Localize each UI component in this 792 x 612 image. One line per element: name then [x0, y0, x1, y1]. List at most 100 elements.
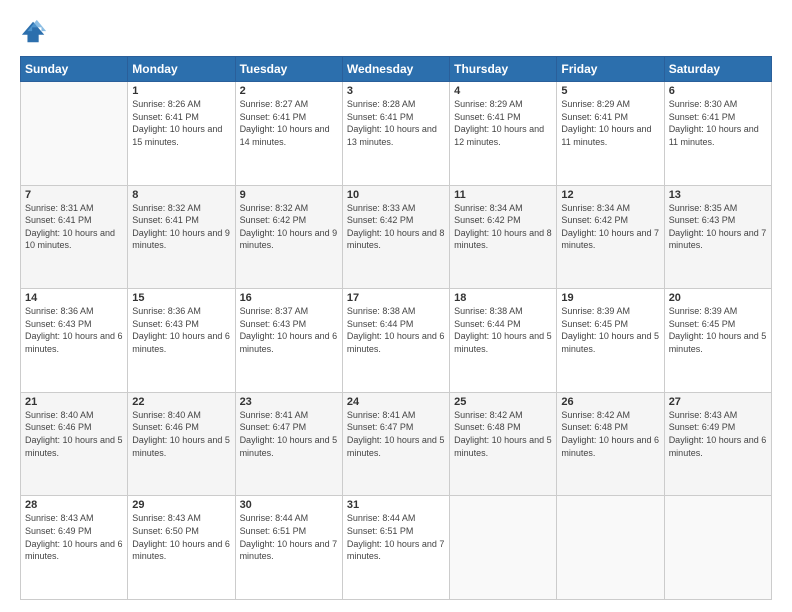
day-cell: 4 Sunrise: 8:29 AMSunset: 6:41 PMDayligh…: [450, 82, 557, 186]
col-header-wednesday: Wednesday: [342, 57, 449, 82]
day-cell: 19 Sunrise: 8:39 AMSunset: 6:45 PMDaylig…: [557, 289, 664, 393]
calendar-table: SundayMondayTuesdayWednesdayThursdayFrid…: [20, 56, 772, 600]
day-cell: 22 Sunrise: 8:40 AMSunset: 6:46 PMDaylig…: [128, 392, 235, 496]
day-cell: 15 Sunrise: 8:36 AMSunset: 6:43 PMDaylig…: [128, 289, 235, 393]
day-cell: 14 Sunrise: 8:36 AMSunset: 6:43 PMDaylig…: [21, 289, 128, 393]
day-cell: 9 Sunrise: 8:32 AMSunset: 6:42 PMDayligh…: [235, 185, 342, 289]
day-number: 23: [240, 396, 338, 408]
col-header-saturday: Saturday: [664, 57, 771, 82]
day-number: 7: [25, 189, 123, 201]
day-number: 8: [132, 189, 230, 201]
day-info: Sunrise: 8:30 AMSunset: 6:41 PMDaylight:…: [669, 98, 767, 148]
day-number: 19: [561, 292, 659, 304]
day-number: 24: [347, 396, 445, 408]
day-info: Sunrise: 8:35 AMSunset: 6:43 PMDaylight:…: [669, 202, 767, 252]
day-info: Sunrise: 8:38 AMSunset: 6:44 PMDaylight:…: [347, 305, 445, 355]
day-cell: 25 Sunrise: 8:42 AMSunset: 6:48 PMDaylig…: [450, 392, 557, 496]
day-cell: 26 Sunrise: 8:42 AMSunset: 6:48 PMDaylig…: [557, 392, 664, 496]
day-info: Sunrise: 8:26 AMSunset: 6:41 PMDaylight:…: [132, 98, 230, 148]
header: [20, 18, 772, 46]
day-number: 17: [347, 292, 445, 304]
day-number: 30: [240, 499, 338, 511]
day-cell: 10 Sunrise: 8:33 AMSunset: 6:42 PMDaylig…: [342, 185, 449, 289]
day-cell: 31 Sunrise: 8:44 AMSunset: 6:51 PMDaylig…: [342, 496, 449, 600]
day-number: 11: [454, 189, 552, 201]
day-info: Sunrise: 8:29 AMSunset: 6:41 PMDaylight:…: [454, 98, 552, 148]
col-header-monday: Monday: [128, 57, 235, 82]
day-info: Sunrise: 8:36 AMSunset: 6:43 PMDaylight:…: [25, 305, 123, 355]
day-info: Sunrise: 8:38 AMSunset: 6:44 PMDaylight:…: [454, 305, 552, 355]
header-row: SundayMondayTuesdayWednesdayThursdayFrid…: [21, 57, 772, 82]
week-row-2: 7 Sunrise: 8:31 AMSunset: 6:41 PMDayligh…: [21, 185, 772, 289]
day-number: 20: [669, 292, 767, 304]
day-cell: [557, 496, 664, 600]
day-info: Sunrise: 8:40 AMSunset: 6:46 PMDaylight:…: [25, 409, 123, 459]
week-row-1: 1 Sunrise: 8:26 AMSunset: 6:41 PMDayligh…: [21, 82, 772, 186]
day-number: 1: [132, 85, 230, 97]
day-cell: 16 Sunrise: 8:37 AMSunset: 6:43 PMDaylig…: [235, 289, 342, 393]
day-number: 14: [25, 292, 123, 304]
day-number: 3: [347, 85, 445, 97]
day-info: Sunrise: 8:34 AMSunset: 6:42 PMDaylight:…: [561, 202, 659, 252]
day-cell: 17 Sunrise: 8:38 AMSunset: 6:44 PMDaylig…: [342, 289, 449, 393]
day-cell: 18 Sunrise: 8:38 AMSunset: 6:44 PMDaylig…: [450, 289, 557, 393]
day-number: 27: [669, 396, 767, 408]
day-cell: 3 Sunrise: 8:28 AMSunset: 6:41 PMDayligh…: [342, 82, 449, 186]
day-number: 4: [454, 85, 552, 97]
day-number: 16: [240, 292, 338, 304]
day-number: 5: [561, 85, 659, 97]
day-number: 9: [240, 189, 338, 201]
page: SundayMondayTuesdayWednesdayThursdayFrid…: [0, 0, 792, 612]
col-header-sunday: Sunday: [21, 57, 128, 82]
week-row-5: 28 Sunrise: 8:43 AMSunset: 6:49 PMDaylig…: [21, 496, 772, 600]
day-number: 13: [669, 189, 767, 201]
day-number: 15: [132, 292, 230, 304]
day-cell: [21, 82, 128, 186]
day-info: Sunrise: 8:41 AMSunset: 6:47 PMDaylight:…: [240, 409, 338, 459]
day-number: 6: [669, 85, 767, 97]
day-number: 31: [347, 499, 445, 511]
day-cell: [664, 496, 771, 600]
day-info: Sunrise: 8:33 AMSunset: 6:42 PMDaylight:…: [347, 202, 445, 252]
day-info: Sunrise: 8:29 AMSunset: 6:41 PMDaylight:…: [561, 98, 659, 148]
col-header-thursday: Thursday: [450, 57, 557, 82]
day-cell: 30 Sunrise: 8:44 AMSunset: 6:51 PMDaylig…: [235, 496, 342, 600]
day-info: Sunrise: 8:32 AMSunset: 6:42 PMDaylight:…: [240, 202, 338, 252]
day-info: Sunrise: 8:42 AMSunset: 6:48 PMDaylight:…: [561, 409, 659, 459]
day-cell: 2 Sunrise: 8:27 AMSunset: 6:41 PMDayligh…: [235, 82, 342, 186]
day-cell: 24 Sunrise: 8:41 AMSunset: 6:47 PMDaylig…: [342, 392, 449, 496]
day-cell: 13 Sunrise: 8:35 AMSunset: 6:43 PMDaylig…: [664, 185, 771, 289]
day-info: Sunrise: 8:32 AMSunset: 6:41 PMDaylight:…: [132, 202, 230, 252]
day-number: 26: [561, 396, 659, 408]
week-row-4: 21 Sunrise: 8:40 AMSunset: 6:46 PMDaylig…: [21, 392, 772, 496]
day-cell: 21 Sunrise: 8:40 AMSunset: 6:46 PMDaylig…: [21, 392, 128, 496]
day-cell: 5 Sunrise: 8:29 AMSunset: 6:41 PMDayligh…: [557, 82, 664, 186]
day-info: Sunrise: 8:44 AMSunset: 6:51 PMDaylight:…: [347, 512, 445, 562]
week-row-3: 14 Sunrise: 8:36 AMSunset: 6:43 PMDaylig…: [21, 289, 772, 393]
day-number: 29: [132, 499, 230, 511]
day-info: Sunrise: 8:39 AMSunset: 6:45 PMDaylight:…: [669, 305, 767, 355]
day-cell: 11 Sunrise: 8:34 AMSunset: 6:42 PMDaylig…: [450, 185, 557, 289]
day-info: Sunrise: 8:31 AMSunset: 6:41 PMDaylight:…: [25, 202, 123, 252]
day-number: 10: [347, 189, 445, 201]
day-cell: 12 Sunrise: 8:34 AMSunset: 6:42 PMDaylig…: [557, 185, 664, 289]
day-cell: 20 Sunrise: 8:39 AMSunset: 6:45 PMDaylig…: [664, 289, 771, 393]
day-cell: 29 Sunrise: 8:43 AMSunset: 6:50 PMDaylig…: [128, 496, 235, 600]
day-cell: 6 Sunrise: 8:30 AMSunset: 6:41 PMDayligh…: [664, 82, 771, 186]
day-cell: 28 Sunrise: 8:43 AMSunset: 6:49 PMDaylig…: [21, 496, 128, 600]
day-info: Sunrise: 8:27 AMSunset: 6:41 PMDaylight:…: [240, 98, 338, 148]
day-cell: 8 Sunrise: 8:32 AMSunset: 6:41 PMDayligh…: [128, 185, 235, 289]
day-info: Sunrise: 8:44 AMSunset: 6:51 PMDaylight:…: [240, 512, 338, 562]
day-info: Sunrise: 8:36 AMSunset: 6:43 PMDaylight:…: [132, 305, 230, 355]
day-number: 22: [132, 396, 230, 408]
day-number: 25: [454, 396, 552, 408]
col-header-tuesday: Tuesday: [235, 57, 342, 82]
day-number: 28: [25, 499, 123, 511]
day-cell: [450, 496, 557, 600]
day-info: Sunrise: 8:41 AMSunset: 6:47 PMDaylight:…: [347, 409, 445, 459]
logo-icon: [20, 18, 48, 46]
day-info: Sunrise: 8:43 AMSunset: 6:49 PMDaylight:…: [25, 512, 123, 562]
day-info: Sunrise: 8:43 AMSunset: 6:49 PMDaylight:…: [669, 409, 767, 459]
day-info: Sunrise: 8:37 AMSunset: 6:43 PMDaylight:…: [240, 305, 338, 355]
day-number: 12: [561, 189, 659, 201]
